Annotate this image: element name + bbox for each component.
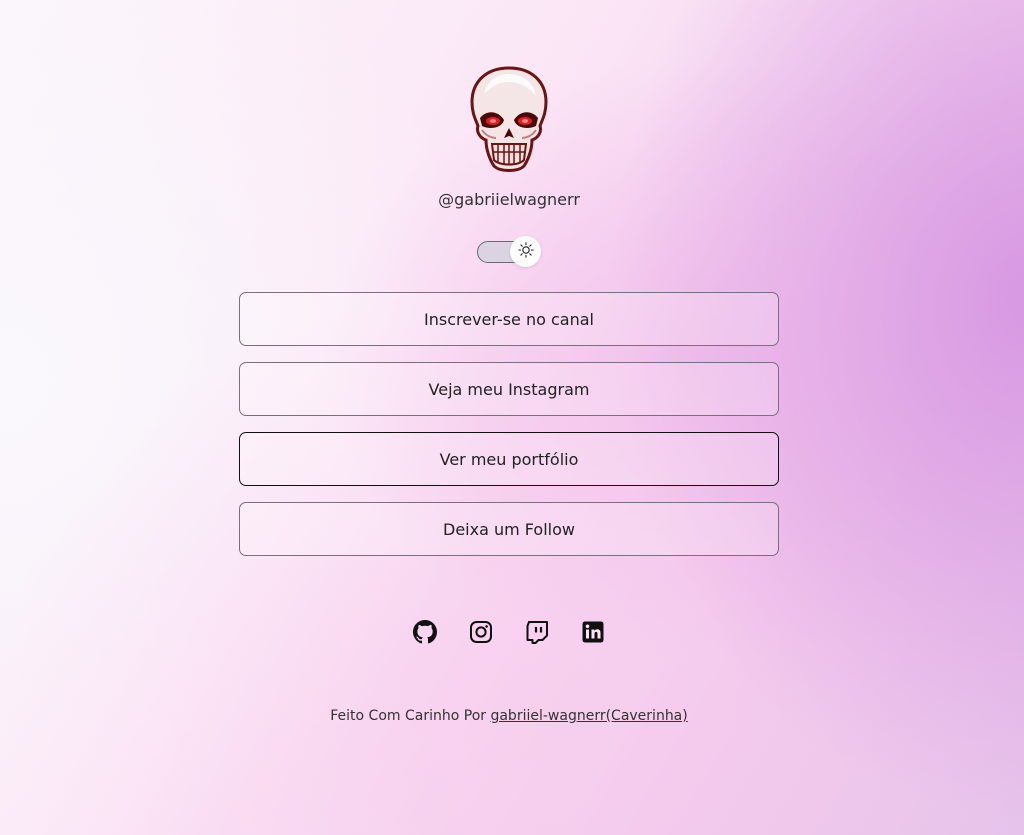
subscribe-channel-button[interactable]: Inscrever-se no canal	[239, 292, 779, 346]
social-icons	[413, 620, 613, 644]
linkedin-icon[interactable]	[581, 620, 605, 644]
footer-text: Feito Com Carinho Por	[330, 708, 491, 724]
skull-icon	[464, 64, 554, 176]
link-list: Inscrever-se no canal Veja meu Instagram…	[239, 292, 779, 572]
instagram-link-button[interactable]: Veja meu Instagram	[239, 362, 779, 416]
sun-icon	[517, 241, 534, 262]
username: @gabriielwagnerr	[438, 190, 580, 209]
toggle-knob[interactable]	[510, 236, 541, 267]
portfolio-link-button[interactable]: Ver meu portfólio	[239, 432, 779, 486]
instagram-icon[interactable]	[469, 620, 493, 644]
follow-link-button[interactable]: Deixa um Follow	[239, 502, 779, 556]
theme-toggle[interactable]	[477, 236, 541, 267]
author-link[interactable]: gabriiel-wagnerr(Caverinha)	[490, 708, 687, 724]
github-icon[interactable]	[413, 620, 437, 644]
footer: Feito Com Carinho Por gabriiel-wagnerr(C…	[0, 708, 1018, 724]
page: @gabriielwagnerr Inscrever-se no canal V…	[0, 0, 1024, 835]
twitch-icon[interactable]	[525, 620, 549, 644]
